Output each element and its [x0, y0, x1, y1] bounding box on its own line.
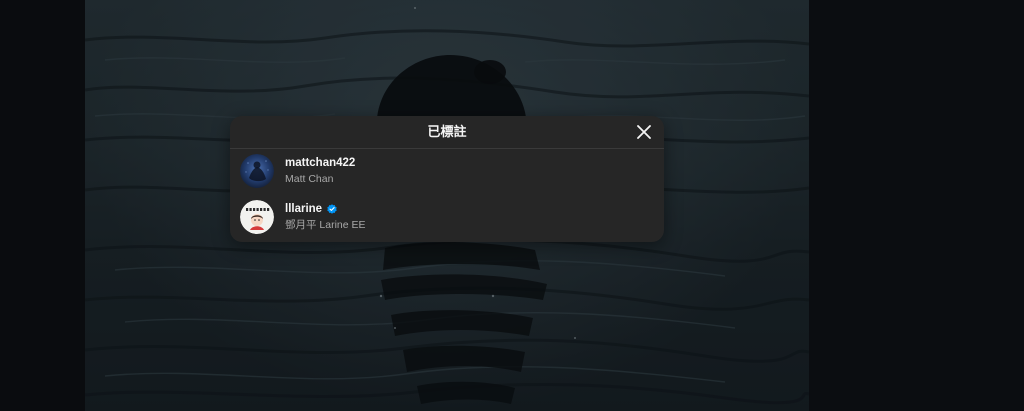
avatar[interactable]: [240, 154, 274, 188]
username[interactable]: lllarine: [285, 202, 366, 216]
verified-badge-icon: [327, 204, 337, 214]
full-name: 鄧月平 Larine EE: [285, 219, 366, 231]
post-viewer: 已標註 mattchan422 Matt Chan lllarine 鄧月平 L…: [0, 0, 1024, 411]
profile-photo-icon: [240, 154, 274, 188]
profile-photo-icon: [240, 200, 274, 234]
tagged-user-item[interactable]: mattchan422 Matt Chan: [240, 154, 650, 190]
backdrop-right: [809, 0, 1024, 411]
backdrop-left: [0, 0, 85, 411]
close-button[interactable]: [635, 123, 653, 141]
close-icon: [637, 125, 651, 139]
full-name: Matt Chan: [285, 173, 334, 185]
tagged-users-dialog: 已標註 mattchan422 Matt Chan lllarine 鄧月平 L…: [230, 116, 664, 242]
avatar[interactable]: [240, 200, 274, 234]
username[interactable]: mattchan422: [285, 156, 355, 170]
dialog-header: 已標註: [230, 116, 664, 149]
dialog-title: 已標註: [427, 124, 467, 139]
tagged-user-item[interactable]: lllarine 鄧月平 Larine EE: [240, 200, 650, 236]
